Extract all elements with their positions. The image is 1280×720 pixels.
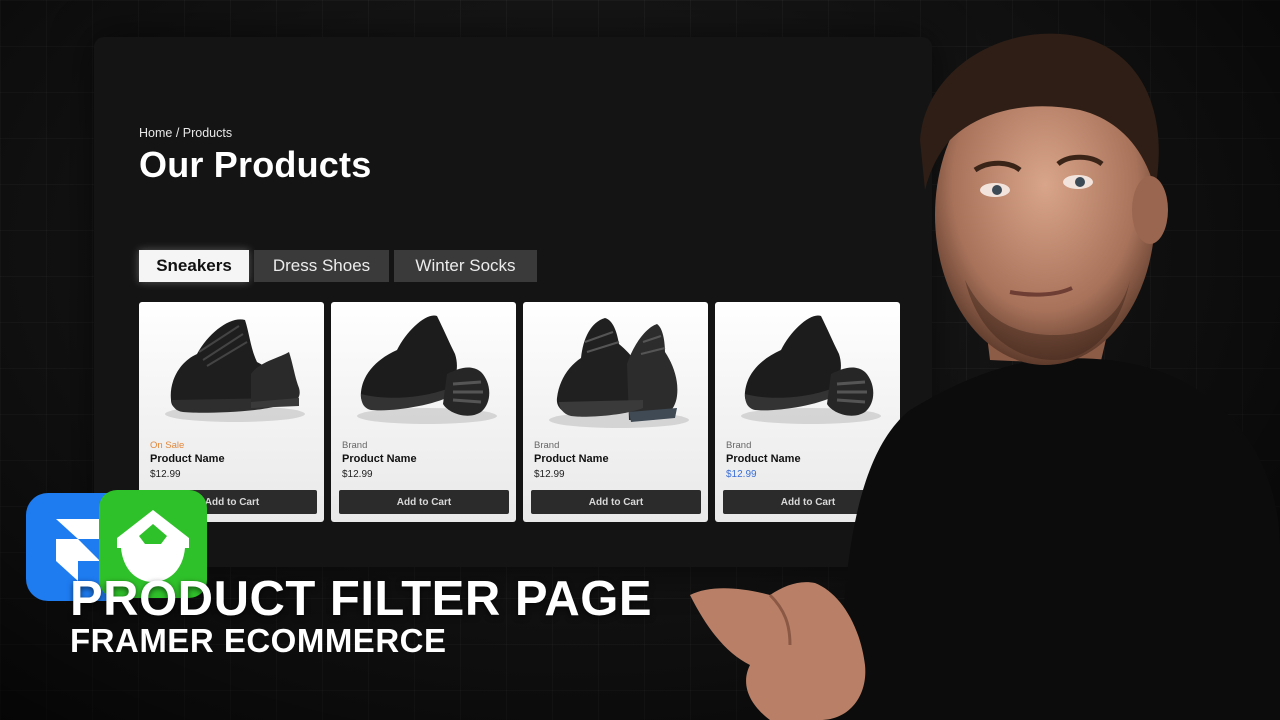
product-price: $12.99 xyxy=(726,469,757,480)
product-price: $12.99 xyxy=(534,469,565,480)
tab-dress-shoes[interactable]: Dress Shoes xyxy=(254,250,389,282)
product-price: $12.99 xyxy=(150,469,181,480)
video-headline: PRODUCT FILTER PAGE xyxy=(70,572,653,626)
product-card[interactable]: Brand Product Name $12.99 Add to Cart xyxy=(331,302,516,522)
brand-label: Brand xyxy=(342,440,368,451)
page-title: Our Products xyxy=(139,144,372,185)
product-name[interactable]: Product Name xyxy=(342,453,417,465)
product-name[interactable]: Product Name xyxy=(726,453,801,465)
add-to-cart-button[interactable]: Add to Cart xyxy=(339,490,509,514)
product-name[interactable]: Product Name xyxy=(150,453,225,465)
product-price: $12.99 xyxy=(342,469,373,480)
category-tabs: Sneakers Dress Shoes Winter Socks xyxy=(139,250,537,282)
product-card[interactable]: On Sale Product Name $12.99 Add to Cart xyxy=(139,302,324,522)
brand-label: Brand xyxy=(534,440,560,451)
sale-badge: On Sale xyxy=(150,440,185,451)
brand-label: Brand xyxy=(726,440,752,451)
tab-winter-socks[interactable]: Winter Socks xyxy=(394,250,537,282)
sneaker-image xyxy=(357,315,497,424)
sneaker-image xyxy=(165,319,305,422)
video-subheadline: FRAMER ECOMMERCE xyxy=(70,622,447,659)
product-name[interactable]: Product Name xyxy=(534,453,609,465)
sneaker-image xyxy=(549,318,689,428)
product-grid: On Sale Product Name $12.99 Add to Cart … xyxy=(139,302,900,522)
tab-sneakers[interactable]: Sneakers xyxy=(139,250,249,282)
breadcrumb[interactable]: Home / Products xyxy=(139,126,232,140)
pointing-hand xyxy=(690,582,866,720)
add-to-cart-button[interactable]: Add to Cart xyxy=(531,490,701,514)
product-card[interactable]: Brand Product Name $12.99 Add to Cart xyxy=(523,302,708,522)
